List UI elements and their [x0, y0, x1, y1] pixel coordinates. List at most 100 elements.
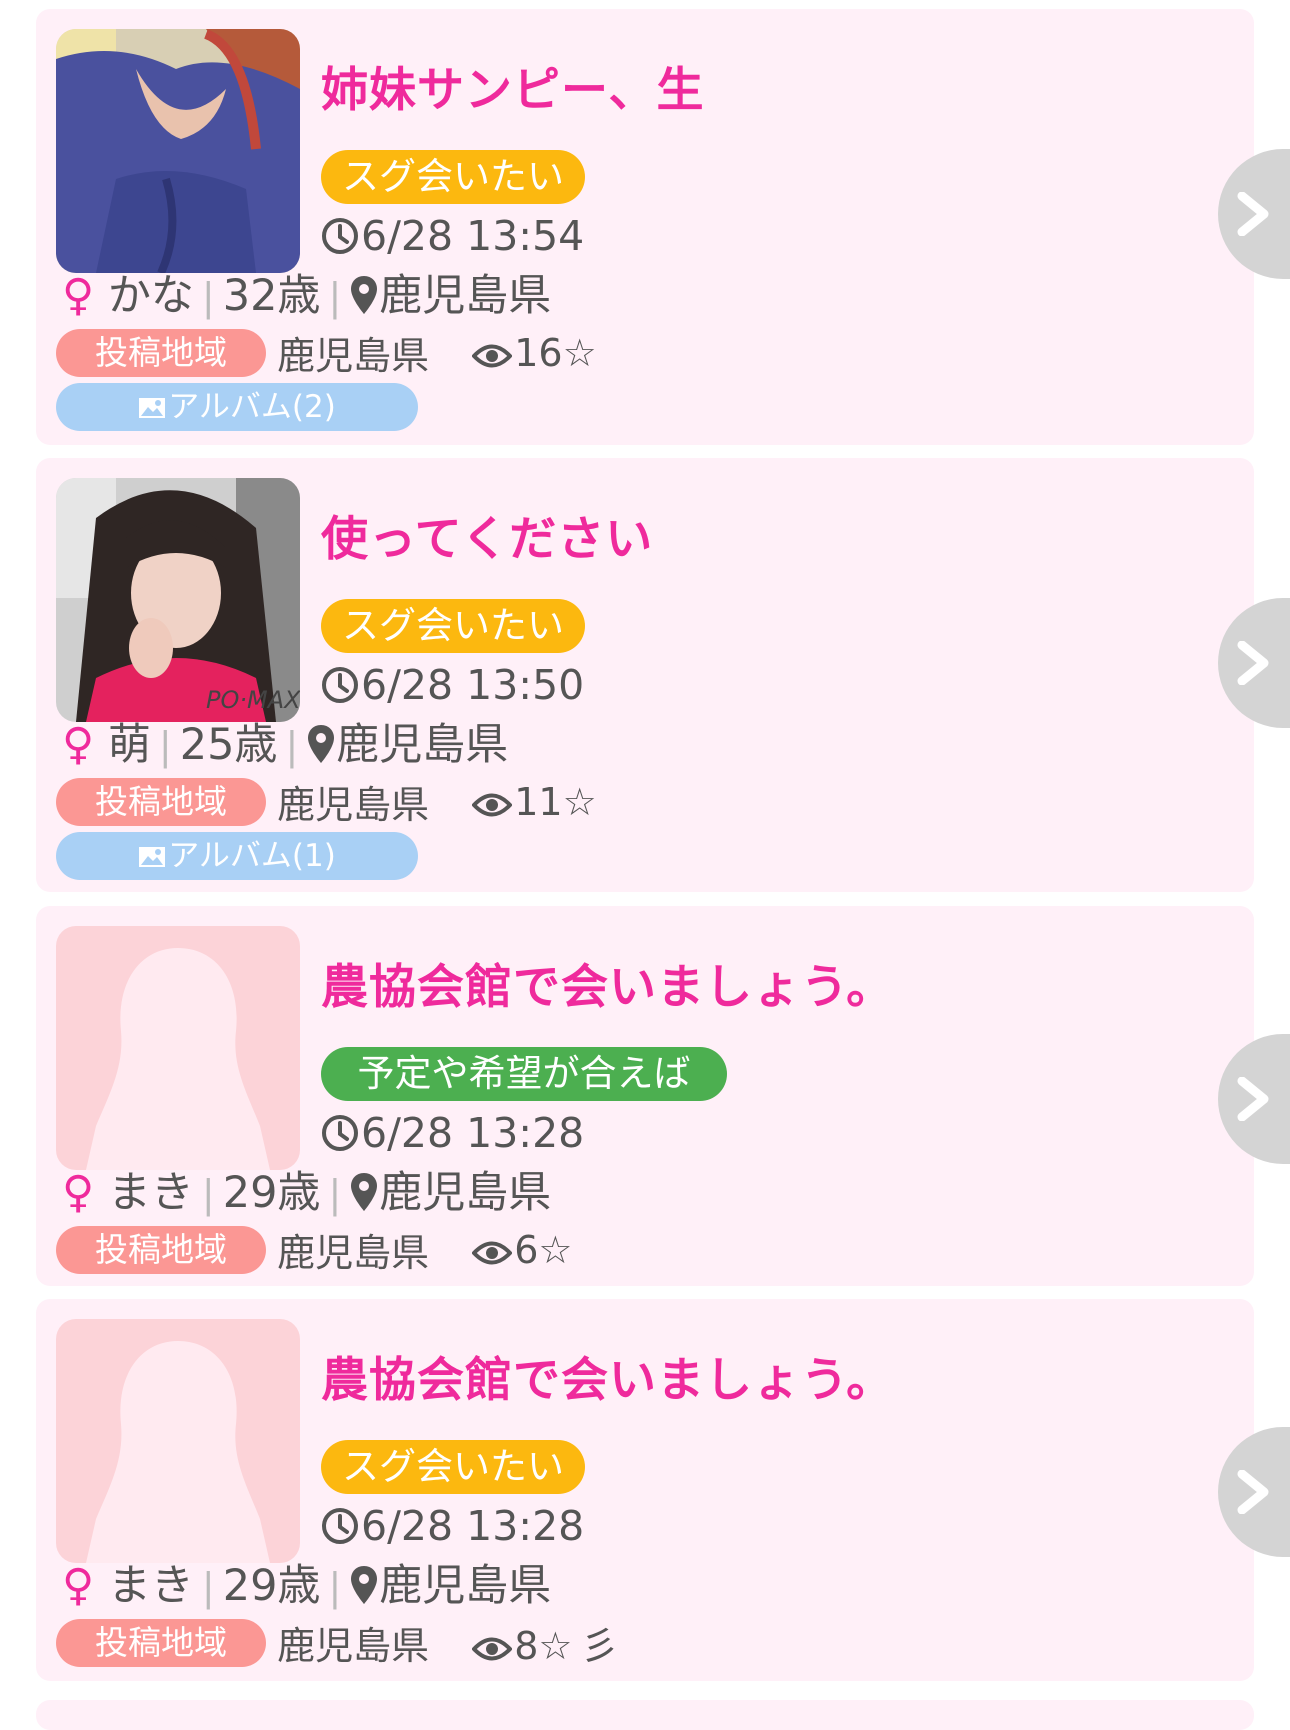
post-photo[interactable]	[56, 926, 300, 1170]
star-icon[interactable]: ☆	[538, 1228, 572, 1272]
divider: |	[285, 724, 299, 768]
next-button[interactable]	[1218, 1427, 1290, 1557]
post-region-row: 投稿地域 鹿児島県 11☆	[56, 774, 597, 827]
divider: |	[328, 275, 342, 319]
user-location: 鹿児島県	[379, 1561, 552, 1611]
female-icon: ♀	[62, 1167, 95, 1218]
female-icon: ♀	[62, 719, 95, 770]
region-badge: 投稿地域	[56, 1225, 266, 1274]
post-title[interactable]: 農協会館で会いましょう。	[321, 948, 894, 1017]
post-photo[interactable]	[56, 29, 300, 273]
divider: |	[201, 1172, 215, 1216]
post-time-text: 6/28 13:28	[361, 1109, 585, 1157]
user-age: 25歳	[179, 720, 278, 770]
status-tag: スグ会いたい	[321, 1440, 585, 1494]
region-badge: 投稿地域	[56, 777, 266, 826]
post-time: 6/28 13:28	[321, 1105, 584, 1161]
user-location: 鹿児島県	[379, 1168, 552, 1218]
album-button[interactable]: アルバム(2)	[56, 383, 418, 431]
map-pin-icon	[351, 276, 378, 314]
post-card[interactable]: 農協会館で会いましょう。 スグ会いたい 6/28 13:28 ♀ まき | 29歳 |…	[36, 1299, 1290, 1681]
status-tag: スグ会いたい	[321, 150, 585, 204]
profile-meta: ♀ まき | 29歳 | 鹿児島県	[62, 1163, 551, 1224]
post-card[interactable]: 農協会館で会いましょう。 予定や希望が合えば 6/28 13:28 ♀ まき | 2…	[36, 906, 1290, 1286]
post-title[interactable]: 姉妹サンピー、生	[321, 51, 705, 120]
divider: |	[328, 1565, 342, 1609]
user-name: まき	[107, 1561, 194, 1611]
post-region-row: 投稿地域 鹿児島県 6☆	[56, 1222, 572, 1275]
post-card-partial	[36, 1700, 1254, 1730]
album-label: アルバム(1)	[168, 838, 336, 874]
post-time-text: 6/28 13:28	[361, 1502, 585, 1550]
divider: |	[158, 724, 172, 768]
post-region-row: 投稿地域 鹿児島県 8☆ 彡	[56, 1615, 618, 1668]
album-label: アルバム(2)	[168, 389, 336, 425]
chevron-right-icon	[1237, 192, 1269, 236]
user-age: 29歳	[222, 1168, 321, 1218]
next-button[interactable]	[1218, 149, 1290, 279]
post-time-text: 6/28 13:50	[361, 661, 585, 709]
eye-icon	[471, 1241, 513, 1264]
view-count-value: 6	[514, 1227, 539, 1272]
post-title[interactable]: 使ってください	[321, 500, 653, 569]
profile-meta: ♀ まき | 29歳 | 鹿児島県	[62, 1556, 551, 1617]
photo-woman-blue-top	[56, 29, 300, 273]
svg-text:PO·MAX: PO·MAX	[206, 686, 300, 714]
region-name: 鹿児島県	[277, 1624, 430, 1668]
clock-icon	[322, 1508, 358, 1544]
eye-icon	[471, 793, 513, 816]
view-count: 16☆	[471, 330, 597, 375]
region-name: 鹿児島県	[277, 334, 430, 378]
silhouette-placeholder	[56, 1319, 300, 1563]
map-pin-icon	[351, 1173, 378, 1211]
status-tag: 予定や希望が合えば	[321, 1047, 727, 1101]
female-icon: ♀	[62, 1560, 95, 1611]
post-card[interactable]: 姉妹サンピー、生 スグ会いたい 6/28 13:54 ♀ かな | 32歳 | 鹿児島県…	[36, 9, 1290, 445]
user-age: 29歳	[222, 1561, 321, 1611]
star-icon[interactable]: ☆	[538, 1624, 572, 1668]
post-time: 6/28 13:54	[321, 208, 584, 264]
next-button[interactable]	[1218, 1034, 1290, 1164]
view-count: 8☆ 彡	[471, 1615, 618, 1670]
view-count-value: 8	[514, 1624, 539, 1668]
view-count: 11☆	[471, 779, 597, 824]
female-icon: ♀	[62, 270, 95, 321]
post-title[interactable]: 農協会館で会いましょう。	[321, 1341, 894, 1410]
divider: |	[201, 275, 215, 319]
map-pin-icon	[351, 1566, 378, 1604]
user-location: 鹿児島県	[336, 720, 509, 770]
photo-woman-red-top: PO·MAX	[56, 478, 300, 722]
user-name: 萌	[107, 720, 151, 770]
post-card[interactable]: PO·MAX 使ってください スグ会いたい 6/28 13:50 ♀ 萌 | 25歳…	[36, 458, 1290, 892]
chevron-right-icon	[1237, 1470, 1269, 1514]
star-icon[interactable]: ☆	[563, 331, 597, 375]
user-name: まき	[107, 1168, 194, 1218]
post-photo[interactable]: PO·MAX	[56, 478, 300, 722]
album-button[interactable]: アルバム(1)	[56, 832, 418, 880]
user-location: 鹿児島県	[379, 271, 552, 321]
star-icon[interactable]: ☆	[563, 780, 597, 824]
divider: |	[328, 1172, 342, 1216]
next-button[interactable]	[1218, 598, 1290, 728]
chevron-right-icon	[1237, 641, 1269, 685]
post-time: 6/28 13:28	[321, 1498, 584, 1554]
status-tag: スグ会いたい	[321, 599, 585, 653]
chevron-right-icon	[1237, 1077, 1269, 1121]
profile-meta: ♀ かな | 32歳 | 鹿児島県	[62, 266, 551, 327]
view-count-value: 16	[514, 330, 563, 375]
region-name: 鹿児島県	[277, 783, 430, 827]
divider: |	[201, 1565, 215, 1609]
view-count-value: 11	[514, 779, 563, 824]
clock-icon	[322, 1115, 358, 1151]
silhouette-placeholder	[56, 926, 300, 1170]
region-name: 鹿児島県	[277, 1231, 430, 1275]
post-photo[interactable]	[56, 1319, 300, 1563]
region-badge: 投稿地域	[56, 328, 266, 377]
eye-icon	[471, 1637, 513, 1661]
clock-icon	[322, 218, 358, 254]
clock-icon	[322, 667, 358, 703]
view-count: 6☆	[471, 1227, 572, 1272]
user-name: かな	[107, 271, 194, 321]
region-badge: 投稿地域	[56, 1618, 266, 1667]
image-icon	[139, 847, 166, 867]
